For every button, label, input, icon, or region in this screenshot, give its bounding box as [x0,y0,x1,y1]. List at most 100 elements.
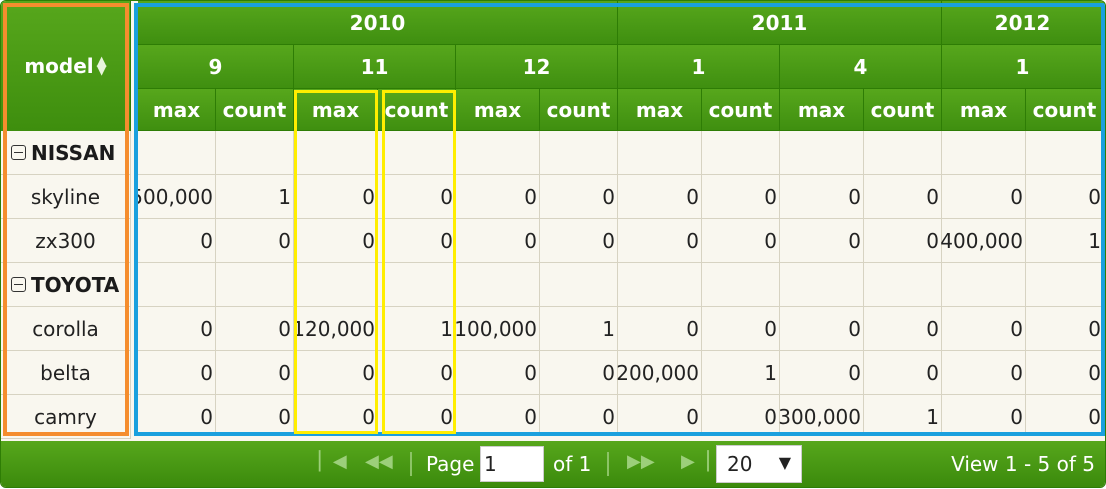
table-cell [780,131,864,175]
table-cell: 0 [138,219,216,263]
model-row-label: belta [1,351,131,395]
metric-header-max[interactable]: max [138,89,216,131]
table-cell: 120,000 [292,307,378,351]
metric-header-count[interactable]: count [1026,89,1104,131]
table-cell [780,263,864,307]
table-cell: 0 [942,351,1026,395]
table-cell: 0 [1026,307,1104,351]
prev-page-icon[interactable]: ◀◀ [365,451,393,472]
view-records-text: View 1 - 5 of 5 [951,452,1095,476]
last-page-icon[interactable]: ▶▕ [681,451,709,472]
table-cell: 0 [1026,175,1104,219]
table-cell [864,263,942,307]
first-page-icon[interactable]: ▏◀ [319,451,347,472]
table-cell [456,263,540,307]
group-label: NISSAN [31,140,116,165]
frozen-column: model ▲ ▼ NISSAN skyline zx300 TOYOTA corolla… [1,1,131,439]
table-cell: 0 [378,175,456,219]
model-row-label: camry [1,395,131,439]
model-label: belta [40,360,91,385]
table-cell: 0 [456,175,540,219]
table-cell: 1 [216,175,294,219]
table-cell: 0 [618,307,702,351]
metric-header-max[interactable]: max [618,89,702,131]
pager-bar: ▏◀ ◀◀ Page of 1 ▶▶ ▶▕ 20 ▼ View 1 - 5 of… [1,441,1105,487]
table-cell: 0 [864,175,942,219]
collapse-minus-icon[interactable] [11,145,26,160]
table-cell: 0 [216,395,294,434]
table-cell [942,131,1026,175]
metric-header-max[interactable]: max [294,89,378,131]
metric-header-max[interactable]: max [780,89,864,131]
table-cell: 0 [216,219,294,263]
table-cell: 0 [540,175,618,219]
table-cell: 1 [1026,219,1104,263]
metric-header-count[interactable]: count [378,89,456,131]
table-cell: 0 [294,175,378,219]
metric-header-max[interactable]: max [942,89,1026,131]
table-cell: 0 [294,351,378,395]
metric-header-count[interactable]: count [216,89,294,131]
table-cell: 0 [540,219,618,263]
table-cell: 0 [138,307,216,351]
table-cell: 1 [864,395,942,434]
month-header: 4 [780,45,942,89]
metric-header-count[interactable]: count [540,89,618,131]
metric-header-count[interactable]: count [864,89,942,131]
table-cell: 0 [864,307,942,351]
model-column-header[interactable]: model ▲ ▼ [1,1,131,131]
table-cell: 0 [618,395,702,434]
table-cell [138,263,216,307]
table-cell: 0 [540,351,618,395]
month-header: 11 [294,45,456,89]
model-label: corolla [32,316,99,341]
model-header-label: model [24,54,94,78]
pager-separator [410,452,412,476]
table-cell: 1 [702,351,780,395]
dropdown-arrow-icon: ▼ [778,453,791,472]
table-cell: 0 [1026,351,1104,395]
table-cell: 200,000 [616,351,702,395]
page-label: Page [426,452,475,476]
page-of-label: of 1 [553,452,592,476]
table-cell: 0 [864,219,942,263]
table-cell [294,263,378,307]
table-cell: 1 [378,307,456,351]
table-cell: 0 [378,219,456,263]
table-cell: 0 [294,219,378,263]
table-cell: 0 [942,307,1026,351]
pivot-data-area: 2010 2011 2012 9 11 12 1 4 1 max count max count ma… [138,1,1104,434]
collapse-minus-icon[interactable] [11,277,26,292]
table-cell [942,263,1026,307]
group-row-header[interactable]: NISSAN [1,131,131,175]
month-header: 1 [618,45,780,89]
sort-arrows-icon[interactable]: ▲ ▼ [97,55,107,77]
table-cell: 0 [780,351,864,395]
table-cell: 0 [540,395,618,434]
table-cell [618,263,702,307]
year-header: 2011 [618,1,942,45]
table-cell: 0 [216,351,294,395]
table-cell: 0 [780,219,864,263]
table-cell: 1 [540,307,618,351]
table-cell [294,131,378,175]
table-cell: 0 [702,307,780,351]
table-cell [540,131,618,175]
table-cell: 0 [618,175,702,219]
metric-header-count[interactable]: count [702,89,780,131]
metric-header-max[interactable]: max [456,89,540,131]
next-page-icon[interactable]: ▶▶ [627,451,655,472]
model-row-label: corolla [1,307,131,351]
group-row-header[interactable]: TOYOTA [1,263,131,307]
model-label: camry [34,404,97,429]
table-cell [1026,263,1104,307]
table-cell [864,131,942,175]
table-cell [702,263,780,307]
page-size-select[interactable]: 20 ▼ [716,445,802,483]
page-number-input[interactable] [480,446,544,482]
table-cell: 0 [780,175,864,219]
table-cell: 0 [138,351,216,395]
table-cell: 100,000 [454,307,540,351]
table-cell [378,131,456,175]
table-cell: 0 [378,351,456,395]
